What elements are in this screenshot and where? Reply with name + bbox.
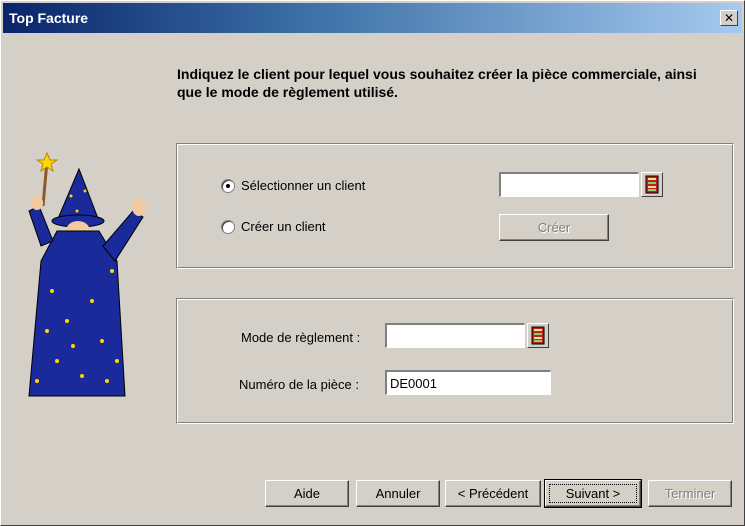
radio-checked-icon[interactable] bbox=[221, 178, 235, 193]
help-button[interactable]: Aide bbox=[265, 480, 349, 507]
payment-mode-input[interactable] bbox=[385, 323, 525, 348]
close-button[interactable]: ✕ bbox=[720, 10, 738, 26]
client-input[interactable] bbox=[499, 172, 639, 197]
create-button[interactable]: Créer bbox=[499, 214, 609, 241]
document-number-label: Numéro de la pièce : bbox=[239, 377, 359, 392]
payment-mode-label: Mode de règlement : bbox=[241, 330, 361, 345]
client-group: Sélectionner un client Créer un client C… bbox=[176, 143, 734, 269]
client-lookup-button[interactable] bbox=[641, 172, 663, 197]
instruction-text: Indiquez le client pour lequel vous souh… bbox=[177, 66, 697, 100]
cancel-button[interactable]: Annuler bbox=[356, 480, 440, 507]
wizard-window: Top Facture ✕ Indiquez le client pour le… bbox=[0, 0, 745, 526]
payment-lookup-button[interactable] bbox=[527, 323, 549, 348]
wizard-illustration bbox=[28, 151, 146, 397]
previous-button[interactable]: < Précédent bbox=[445, 480, 541, 507]
select-client-label: Sélectionner un client bbox=[241, 178, 366, 193]
window-title: Top Facture bbox=[9, 10, 89, 26]
next-button[interactable]: Suivant > bbox=[544, 479, 642, 508]
finish-button[interactable]: Terminer bbox=[648, 480, 732, 507]
create-client-radio[interactable]: Créer un client bbox=[221, 219, 326, 234]
select-client-radio[interactable]: Sélectionner un client bbox=[221, 178, 365, 193]
document-number-input[interactable] bbox=[385, 370, 551, 395]
title-bar[interactable]: Top Facture ✕ bbox=[3, 3, 742, 33]
payment-group: Mode de règlement : Numéro de la pièce : bbox=[176, 298, 734, 424]
list-book-icon bbox=[645, 175, 659, 194]
list-book-icon bbox=[531, 326, 545, 345]
create-client-label: Créer un client bbox=[241, 219, 326, 234]
close-icon: ✕ bbox=[723, 11, 735, 25]
radio-unchecked-icon[interactable] bbox=[221, 219, 235, 234]
